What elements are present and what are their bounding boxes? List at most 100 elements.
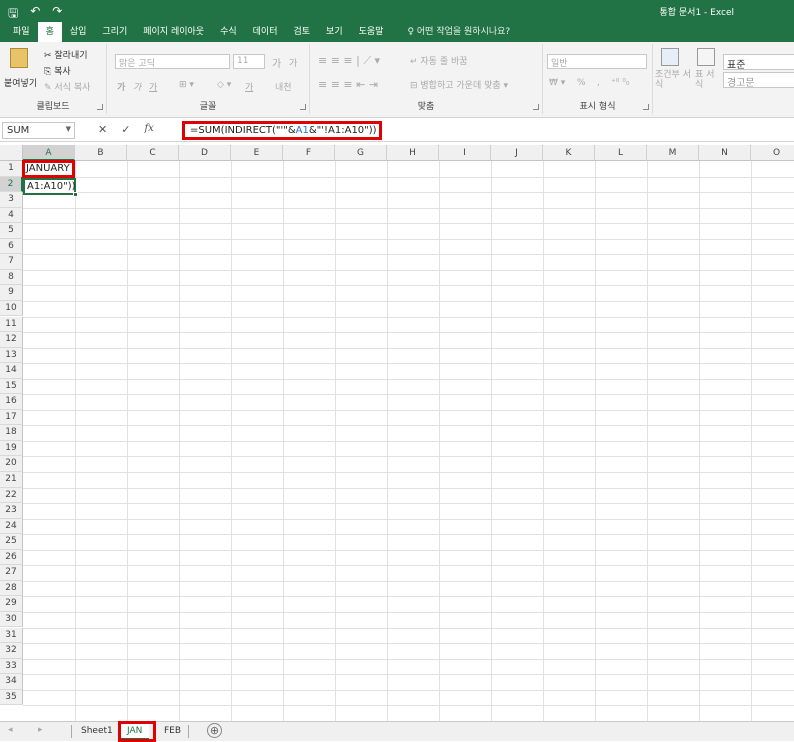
row-header-8[interactable]: 8: [0, 269, 23, 286]
phonetic-button[interactable]: 내천: [275, 80, 292, 93]
format-painter-button[interactable]: ✎ 서식 복사: [44, 80, 90, 93]
row-header-15[interactable]: 15: [0, 378, 23, 395]
row-header-12[interactable]: 12: [0, 332, 23, 348]
row-header-30[interactable]: 30: [0, 611, 23, 628]
column-header-c[interactable]: C: [127, 145, 179, 161]
column-header-d[interactable]: D: [179, 145, 231, 161]
row-header-22[interactable]: 22: [0, 487, 23, 504]
border-icon[interactable]: ⊞ ▾: [179, 80, 194, 90]
tell-me-box[interactable]: ♀ 어떤 작업을 원하시나요?: [399, 22, 518, 42]
row-header-4[interactable]: 4: [0, 207, 23, 224]
row-header-21[interactable]: 21: [0, 472, 23, 488]
column-header-f[interactable]: F: [283, 145, 335, 161]
percent-button[interactable]: %: [577, 78, 586, 88]
sheet-tab-feb[interactable]: FEB: [157, 722, 188, 740]
cell-a1[interactable]: JANUARY: [22, 160, 75, 178]
row-header-33[interactable]: 33: [0, 658, 23, 675]
row-header-17[interactable]: 17: [0, 409, 23, 426]
row-header-7[interactable]: 7: [0, 254, 23, 270]
tab-formulas[interactable]: 수식: [212, 22, 245, 42]
row-header-3[interactable]: 3: [0, 192, 23, 208]
number-format-select[interactable]: 일반: [547, 54, 647, 69]
row-header-18[interactable]: 18: [0, 425, 23, 441]
column-header-j[interactable]: J: [491, 145, 543, 161]
prev-sheet-icon[interactable]: ◂: [8, 725, 13, 735]
column-header-m[interactable]: M: [647, 145, 699, 161]
font-size-select[interactable]: 11: [233, 54, 265, 69]
column-header-o[interactable]: O: [751, 145, 794, 161]
row-header-5[interactable]: 5: [0, 223, 23, 239]
row-header-2[interactable]: 2: [0, 176, 23, 193]
tab-home[interactable]: 홈: [37, 22, 62, 42]
column-header-n[interactable]: N: [699, 145, 751, 161]
number-launcher[interactable]: [643, 104, 649, 110]
column-header-h[interactable]: H: [387, 145, 439, 161]
add-sheet-icon[interactable]: ⊕: [207, 723, 222, 738]
column-header-g[interactable]: G: [335, 145, 387, 161]
paste-button[interactable]: 붙여넣기: [4, 76, 37, 89]
tab-help[interactable]: 도움말: [351, 22, 392, 42]
fill-color-icon[interactable]: ◇ ▾: [217, 80, 231, 90]
row-header-10[interactable]: 10: [0, 300, 23, 317]
row-header-14[interactable]: 14: [0, 363, 23, 379]
font-name-select[interactable]: 맑은 고딕: [115, 54, 230, 69]
tab-file[interactable]: 파일: [5, 22, 38, 42]
column-header-a[interactable]: A: [23, 145, 75, 161]
decimal-icons[interactable]: ⁺⁰ ⁰₀: [611, 78, 629, 88]
font-launcher[interactable]: [300, 104, 306, 110]
row-header-28[interactable]: 28: [0, 580, 23, 597]
row-header-13[interactable]: 13: [0, 347, 23, 364]
row-header-25[interactable]: 25: [0, 534, 23, 550]
conditional-format-button[interactable]: 조건부 서식: [655, 70, 691, 90]
row-header-31[interactable]: 31: [0, 627, 23, 643]
align-center-icons[interactable]: ≡ ≡ ≡ ⇤ ⇥: [318, 78, 378, 91]
row-header-26[interactable]: 26: [0, 549, 23, 566]
row-header-34[interactable]: 34: [0, 674, 23, 690]
underline-button[interactable]: 가: [149, 80, 157, 93]
shrink-font-button[interactable]: 가: [289, 56, 297, 69]
tab-data[interactable]: 데이터: [245, 22, 286, 42]
italic-button[interactable]: 가: [133, 80, 141, 93]
row-header-9[interactable]: 9: [0, 285, 23, 301]
cancel-icon[interactable]: ✕: [98, 123, 107, 136]
tab-page-layout[interactable]: 페이지 레이아웃: [135, 22, 212, 42]
cell-a2[interactable]: A1:A10")): [23, 178, 78, 197]
copy-button[interactable]: ⎘ 복사: [44, 64, 71, 77]
column-header-b[interactable]: B: [75, 145, 127, 161]
font-color-button[interactable]: 가: [245, 80, 253, 93]
row-header-32[interactable]: 32: [0, 643, 23, 659]
row-header-35[interactable]: 35: [0, 689, 23, 706]
sheet-tab-sheet1[interactable]: Sheet1: [74, 722, 120, 740]
grow-font-button[interactable]: 가: [272, 55, 281, 70]
row-header-11[interactable]: 11: [0, 316, 23, 332]
currency-icon[interactable]: ₩ ▾: [549, 78, 565, 88]
column-header-i[interactable]: I: [439, 145, 491, 161]
cut-button[interactable]: ✂ 잘라내기: [44, 48, 88, 61]
row-header-27[interactable]: 27: [0, 565, 23, 581]
row-header-24[interactable]: 24: [0, 518, 23, 535]
tab-review[interactable]: 검토: [285, 22, 318, 42]
row-header-1[interactable]: 1: [0, 161, 23, 177]
style-normal[interactable]: 표준: [723, 54, 794, 71]
chevron-down-icon[interactable]: ▼: [66, 125, 71, 133]
column-header-e[interactable]: E: [231, 145, 283, 161]
row-header-23[interactable]: 23: [0, 503, 23, 519]
clipboard-launcher[interactable]: [97, 104, 103, 110]
tab-view[interactable]: 보기: [318, 22, 351, 42]
column-header-k[interactable]: K: [543, 145, 595, 161]
style-warning[interactable]: 경고문: [723, 72, 794, 89]
table-format-button[interactable]: 표 서식: [695, 70, 719, 90]
row-header-16[interactable]: 16: [0, 394, 23, 410]
tab-draw[interactable]: 그리기: [94, 22, 135, 42]
tab-insert[interactable]: 삽입: [62, 22, 95, 42]
wrap-text-button[interactable]: ↵ 자동 줄 바꿈: [410, 54, 468, 67]
row-header-29[interactable]: 29: [0, 596, 23, 612]
next-sheet-icon[interactable]: ▸: [38, 725, 43, 735]
bold-button[interactable]: 가: [117, 80, 125, 93]
row-header-20[interactable]: 20: [0, 456, 23, 472]
column-header-l[interactable]: L: [595, 145, 647, 161]
formula-input[interactable]: =SUM(INDIRECT("'"&A1&"'!A1:A10")): [182, 121, 382, 140]
name-box[interactable]: SUM ▼: [2, 122, 75, 139]
fill-handle[interactable]: [73, 192, 78, 197]
insert-function-icon[interactable]: fx: [144, 123, 153, 136]
